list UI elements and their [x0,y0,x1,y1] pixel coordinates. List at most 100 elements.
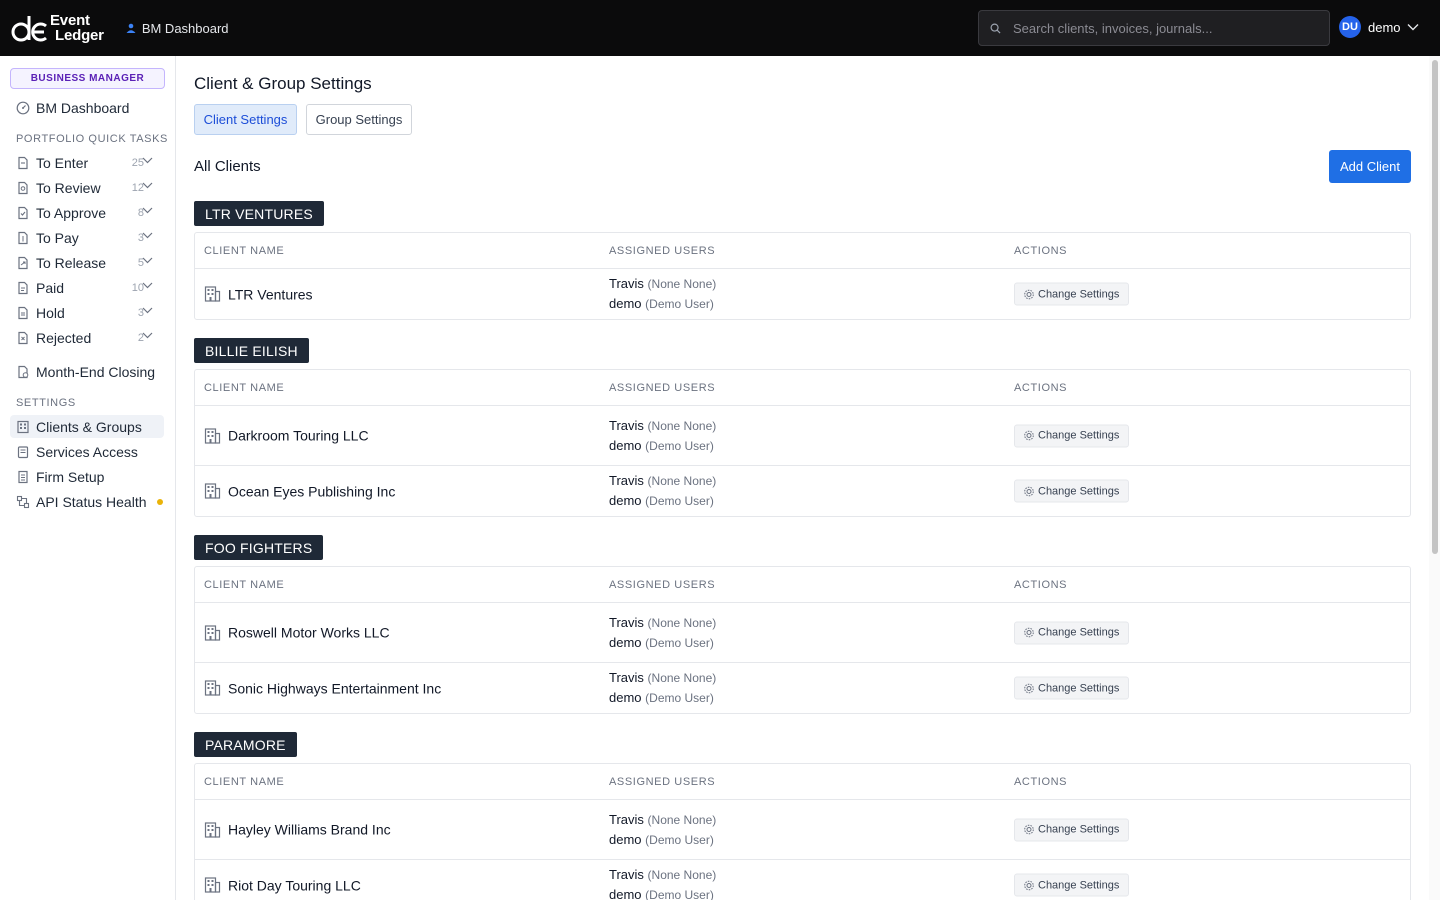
document-paid-icon [18,281,28,294]
user-name: Travis [609,867,644,882]
change-settings-label: Change Settings [1038,682,1120,694]
sidebar-item-rejected[interactable]: Rejected 2 [10,326,164,349]
change-settings-button[interactable]: Change Settings [1014,873,1130,897]
change-settings-button[interactable]: Change Settings [1014,424,1130,447]
group-label: LTR VENTURES [194,201,324,226]
top-bar: Event Ledger BM Dashboard DU demo [0,0,1440,56]
client-name-cell[interactable]: Ocean Eyes Publishing Inc [204,483,395,500]
sidebar-item-label: Rejected [36,329,92,346]
chevron-down-icon[interactable] [142,207,153,214]
sidebar-item-paid[interactable]: Paid 10 [10,276,164,299]
user-name: Travis [609,473,644,488]
group-label: BILLIE EILISH [194,338,309,363]
global-search[interactable] [978,10,1330,46]
tab-group-settings[interactable]: Group Settings [306,104,412,135]
column-header-assigned-users: ASSIGNED USERS [609,381,716,394]
sidebar-item-bm-dashboard[interactable]: BM Dashboard [10,96,164,119]
chevron-down-icon[interactable] [142,332,153,339]
client-name: Riot Day Touring LLC [228,877,361,893]
sidebar-item-firm-setup[interactable]: Firm Setup [10,465,164,488]
sidebar-item-to-review[interactable]: To Review 12 [10,176,164,199]
column-header-client-name: CLIENT NAME [204,775,285,788]
assigned-user: Travis (None None) [609,865,716,885]
shield-icon [17,445,29,458]
assigned-user: demo (Demo User) [609,688,716,708]
user-menu[interactable]: DU demo [1339,16,1419,38]
sidebar-item-to-approve[interactable]: To Approve 8 [10,201,164,224]
user-role: (Demo User) [645,691,714,705]
building-icon [204,680,221,696]
assigned-user: Travis (None None) [609,471,716,491]
scrollbar-thumb[interactable] [1432,60,1438,554]
gear-icon [1024,430,1034,441]
table-header: CLIENT NAME ASSIGNED USERS ACTIONS [195,370,1410,406]
quick-tasks-heading: PORTFOLIO QUICK TASKS [16,133,168,145]
table-row: LTR Ventures Travis (None None) demo (Demo… [195,269,1410,319]
user-role: (Demo User) [645,635,714,650]
column-header-assigned-users: ASSIGNED USERS [609,775,716,788]
assigned-user: Travis (None None) [609,613,716,633]
assigned-users-cell: Travis (None None) demo (Demo User) [609,810,716,850]
sidebar-item-services-access[interactable]: Services Access [10,440,164,463]
chevron-down-icon[interactable] [142,257,153,264]
column-header-actions: ACTIONS [1014,244,1068,257]
user-role: (None None) [647,671,717,685]
client-name-cell[interactable]: Roswell Motor Works LLC [204,624,390,641]
sidebar-item-label: Clients & Groups [36,418,142,435]
change-settings-label: Change Settings [1038,879,1120,891]
client-name-cell[interactable]: Hayley Williams Brand Inc [204,821,391,838]
change-settings-button[interactable]: Change Settings [1014,282,1130,306]
user-name: Travis [609,614,644,630]
sidebar-item-clients-groups[interactable]: Clients & Groups [10,415,164,438]
clients-table: CLIENT NAME ASSIGNED USERS ACTIONS Roswell … [194,566,1411,714]
chevron-down-icon[interactable] [142,157,153,164]
building-icon [204,624,221,641]
table-header: CLIENT NAME ASSIGNED USERS ACTIONS [195,764,1410,800]
document-check-icon [18,206,28,219]
sidebar-item-month-end-closing[interactable]: Month-End Closing [10,360,164,383]
sidebar-item-to-pay[interactable]: To Pay 3 [10,226,164,249]
client-name-cell[interactable]: Riot Day Touring LLC [204,877,361,894]
user-name: Travis [609,276,644,291]
change-settings-button[interactable]: Change Settings [1014,621,1130,644]
column-header-assigned-users: ASSIGNED USERS [609,578,716,591]
add-client-button[interactable]: Add Client [1329,150,1411,183]
clients-table: CLIENT NAME ASSIGNED USERS ACTIONS LTR Vent… [194,232,1411,320]
status-indicator-dot [156,498,163,505]
change-settings-button[interactable]: Change Settings [1014,479,1130,503]
user-name: demo [609,634,642,650]
brand-line2: Ledger [55,27,104,44]
sidebar-item-api-status-health[interactable]: API Status Health [10,490,164,513]
sidebar-item-to-enter[interactable]: To Enter 25 [10,151,164,174]
chevron-down-icon[interactable] [142,232,153,239]
building-icon [17,420,29,433]
client-name: Hayley Williams Brand Inc [228,821,391,838]
chevron-down-icon[interactable] [142,307,153,314]
document-pause-icon [18,306,28,319]
change-settings-button[interactable]: Change Settings [1014,676,1130,700]
chevron-down-icon[interactable] [142,282,153,289]
client-name-cell[interactable]: Sonic Highways Entertainment Inc [204,680,441,697]
chevron-down-icon[interactable] [142,182,153,189]
breadcrumb[interactable]: BM Dashboard [126,21,229,36]
column-header-client-name: CLIENT NAME [204,381,285,394]
assigned-users-cell: Travis (None None) demo (Demo User) [609,865,716,900]
sidebar-item-to-release[interactable]: To Release 5 [10,251,164,274]
document-dollar-icon [18,231,28,244]
tab-client-settings[interactable]: Client Settings [194,104,297,135]
group-label: FOO FIGHTERS [194,535,324,560]
assigned-user: Travis (None None) [609,416,716,436]
building-icon [204,821,221,838]
search-input[interactable] [1013,20,1313,36]
sidebar-item-label: To Enter [36,154,89,171]
client-name-cell[interactable]: LTR Ventures [204,286,313,303]
table-row: Sonic Highways Entertainment Inc Travis (… [195,663,1410,713]
brand-logo[interactable]: Event Ledger [10,12,104,44]
document-search-icon [18,181,28,194]
network-icon [16,495,30,508]
sidebar-item-label: Paid [36,279,65,296]
client-name: LTR Ventures [228,286,313,302]
change-settings-button[interactable]: Change Settings [1014,818,1130,841]
client-name-cell[interactable]: Darkroom Touring LLC [204,427,369,444]
sidebar-item-hold[interactable]: Hold 3 [10,301,164,324]
